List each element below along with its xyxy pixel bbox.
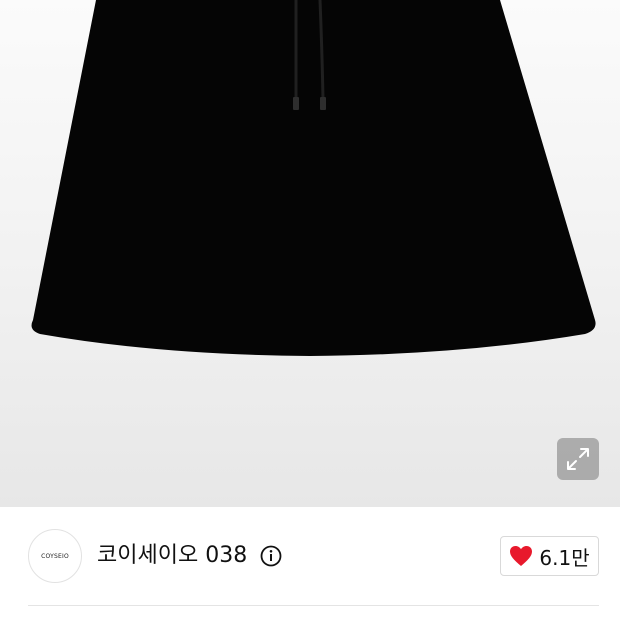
heart-icon	[510, 546, 533, 566]
expand-icon	[567, 448, 589, 470]
skirt-image	[31, 0, 596, 356]
like-count: 6.1만	[539, 545, 590, 570]
brand-info-bar: COYSEIO 코이세이오 038 6.1만	[0, 507, 620, 620]
info-icon[interactable]	[260, 545, 282, 567]
like-button[interactable]: 6.1만	[500, 536, 599, 576]
brand-name[interactable]: 코이세이오 038	[97, 541, 247, 571]
brand-logo-text: COYSEIO	[41, 552, 69, 560]
brand-logo[interactable]: COYSEIO	[28, 529, 82, 583]
expand-button[interactable]	[557, 438, 599, 480]
product-image[interactable]	[0, 0, 620, 507]
divider	[28, 605, 599, 606]
